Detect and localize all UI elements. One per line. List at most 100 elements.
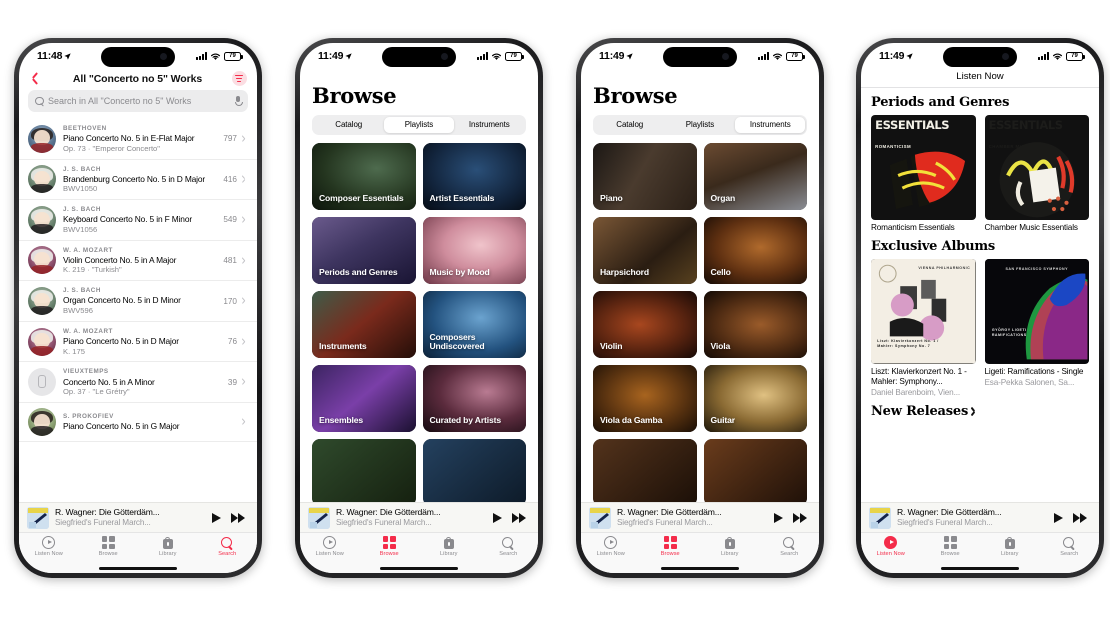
play-icon[interactable]	[212, 512, 221, 523]
now-playing-bar[interactable]: R. Wagner: Die Götterdäm... Siegfried's …	[300, 502, 538, 532]
chevron-right-icon	[971, 407, 977, 417]
work-title: Violin Concerto No. 5 in A Major	[63, 254, 177, 265]
table-row[interactable]: W. A. MOZART Violin Concerto No. 5 in A …	[19, 241, 257, 282]
fast-forward-icon[interactable]	[793, 512, 807, 523]
tab-playlists[interactable]: Playlists	[665, 117, 735, 134]
segmented-control[interactable]: Catalog Playlists Instruments	[593, 115, 807, 135]
page-title: Browse	[312, 83, 397, 108]
fast-forward-icon[interactable]	[512, 512, 526, 523]
table-row[interactable]: W. A. MOZART Piano Concerto No. 5 in D M…	[19, 322, 257, 363]
card-guitar[interactable]: Guitar	[703, 364, 807, 432]
card-partial-row-right[interactable]	[422, 438, 526, 502]
play-icon[interactable]	[493, 512, 502, 523]
tab-listen-now[interactable]: Listen Now	[587, 536, 635, 557]
card-partial-row-left[interactable]	[312, 438, 416, 502]
work-title: Organ Concerto No. 5 in D Minor	[63, 295, 181, 306]
tile-romanticism-essentials[interactable]: ESSENTIALS ROMANTICISM Romanticism Essen…	[871, 115, 976, 232]
filter-lines-icon[interactable]	[231, 71, 247, 86]
card-cello[interactable]: Cello	[703, 216, 807, 284]
tab-browse[interactable]: Browse	[926, 536, 974, 557]
tab-catalog[interactable]: Catalog	[595, 117, 665, 134]
card-viola[interactable]: Viola	[703, 290, 807, 358]
now-playing-bar[interactable]: R. Wagner: Die Götterdäm... Siegfried's …	[581, 502, 819, 532]
tile-chamber-music-essentials[interactable]: ESSENTIALS CHAMBER MUSIC Chamber Music E…	[984, 115, 1089, 232]
card-composers-undiscovered[interactable]: Composers Undiscovered	[422, 290, 526, 358]
back-chevron-icon[interactable]	[29, 72, 43, 86]
tab-library[interactable]: Library	[706, 536, 754, 557]
fast-forward-icon[interactable]	[1073, 512, 1087, 523]
tab-bar[interactable]: Listen Now Browse Library Search	[861, 532, 1099, 563]
tile-row[interactable]: ESSENTIALS ROMANTICISM Romanticism Essen…	[871, 115, 1089, 232]
tab-search[interactable]: Search	[765, 536, 813, 557]
cellular-bars-icon	[477, 52, 488, 60]
table-row[interactable]: J. S. BACH Keyboard Concerto No. 5 in F …	[19, 200, 257, 241]
tile-row[interactable]: VIENNA PHILHARMONIC Liszt: Klavierkonzer…	[871, 259, 1089, 397]
table-row[interactable]: VIEUXTEMPS Concerto No. 5 in A Minor Op.…	[19, 362, 257, 403]
tab-listen-now[interactable]: Listen Now	[25, 536, 73, 557]
listen-now-icon	[604, 536, 618, 549]
card-harpsichord[interactable]: Harpsichord	[593, 216, 697, 284]
tile-sublabel: Daniel Barenboim, Vien...	[871, 387, 960, 397]
instrument-card-grid[interactable]: Piano Organ Harpsichord Cello Violin Vio…	[581, 142, 819, 502]
card-artwork	[593, 438, 697, 502]
playlist-card-grid[interactable]: Composer Essentials Artist Essentials Pe…	[300, 142, 538, 502]
tab-instruments[interactable]: Instruments	[454, 117, 524, 134]
card-periods-and-genres[interactable]: Periods and Genres	[312, 216, 416, 284]
tab-listen-now[interactable]: Listen Now	[867, 536, 915, 557]
card-viola-da-gamba[interactable]: Viola da Gamba	[593, 364, 697, 432]
card-instruments[interactable]: Instruments	[312, 290, 416, 358]
card-music-by-mood[interactable]: Music by Mood	[422, 216, 526, 284]
now-playing-bar[interactable]: R. Wagner: Die Götterdäm... Siegfried's …	[19, 502, 257, 532]
card-ensembles[interactable]: Ensembles	[312, 364, 416, 432]
tab-search[interactable]: Search	[484, 536, 532, 557]
search-input[interactable]: Search in All "Concerto no 5" Works	[28, 90, 248, 112]
tab-library[interactable]: Library	[986, 536, 1034, 557]
status-time: 11:48	[37, 50, 71, 62]
now-playing-title: R. Wagner: Die Götterdäm...	[897, 507, 1002, 517]
phone-4-listen-now: 11:49 79 Listen Now Periods and Genres E…	[856, 38, 1104, 578]
tab-bar[interactable]: Listen Now Browse Library Search	[581, 532, 819, 563]
tab-search[interactable]: Search	[203, 536, 251, 557]
listen-now-icon	[323, 536, 337, 549]
card-artist-essentials[interactable]: Artist Essentials	[422, 142, 526, 210]
table-row[interactable]: J. S. BACH Brandenburg Concerto No. 5 in…	[19, 160, 257, 201]
card-violin[interactable]: Violin	[593, 290, 697, 358]
recording-count: 416	[223, 174, 237, 184]
battery-icon: 79	[1066, 51, 1085, 61]
wifi-icon	[491, 53, 502, 60]
card-organ[interactable]: Organ	[703, 142, 807, 210]
card-curated-by-artists[interactable]: Curated by Artists	[422, 364, 526, 432]
tab-library[interactable]: Library	[144, 536, 192, 557]
microphone-icon[interactable]	[235, 96, 243, 106]
fast-forward-icon[interactable]	[231, 512, 245, 523]
play-icon[interactable]	[774, 512, 783, 523]
tab-catalog[interactable]: Catalog	[314, 117, 384, 134]
recording-count: 170	[223, 296, 237, 306]
tab-library[interactable]: Library	[425, 536, 473, 557]
tab-bar[interactable]: Listen Now Browse Library Search	[19, 532, 257, 563]
table-row[interactable]: S. PROKOFIEV Piano Concerto No. 5 in G M…	[19, 403, 257, 442]
card-partial-row-right[interactable]	[703, 438, 807, 502]
table-row[interactable]: BEETHOVEN Piano Concerto No. 5 in E-Flat…	[19, 119, 257, 160]
tab-bar[interactable]: Listen Now Browse Library Search	[300, 532, 538, 563]
tile-liszt-album[interactable]: VIENNA PHILHARMONIC Liszt: Klavierkonzer…	[871, 259, 976, 397]
listen-now-content[interactable]: Periods and Genres ESSENTIALS ROMANTICIS…	[861, 88, 1099, 502]
table-row[interactable]: J. S. BACH Organ Concerto No. 5 in D Min…	[19, 281, 257, 322]
tab-browse[interactable]: Browse	[365, 536, 413, 557]
card-piano[interactable]: Piano	[593, 142, 697, 210]
tab-browse[interactable]: Browse	[646, 536, 694, 557]
tab-search[interactable]: Search	[1045, 536, 1093, 557]
card-composer-essentials[interactable]: Composer Essentials	[312, 142, 416, 210]
status-bar: 11:49 79	[581, 43, 819, 69]
card-partial-row-left[interactable]	[593, 438, 697, 502]
works-list[interactable]: BEETHOVEN Piano Concerto No. 5 in E-Flat…	[19, 119, 257, 502]
section-heading-new-releases[interactable]: New Releases	[871, 404, 1089, 419]
tab-listen-now[interactable]: Listen Now	[306, 536, 354, 557]
now-playing-bar[interactable]: R. Wagner: Die Götterdäm... Siegfried's …	[861, 502, 1099, 532]
tile-ligeti-album[interactable]: SAN FRANCISCO SYMPHONY GYÖRGY LIGETI RAM…	[984, 259, 1089, 397]
tab-instruments[interactable]: Instruments	[735, 116, 806, 134]
tab-browse[interactable]: Browse	[84, 536, 132, 557]
segmented-control[interactable]: Catalog Playlists Instruments	[312, 115, 526, 135]
tab-playlists[interactable]: Playlists	[383, 116, 455, 134]
play-icon[interactable]	[1054, 512, 1063, 523]
